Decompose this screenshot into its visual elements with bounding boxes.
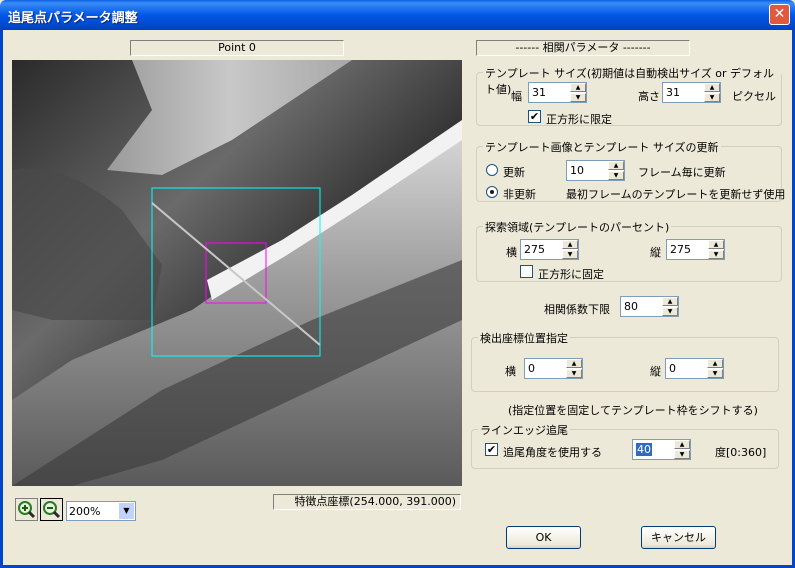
detect-pos-note: (指定位置を固定してテンプレート枠をシフトする): [508, 404, 758, 417]
no-update-desc: 最初フレームのテンプレートを更新せず使用: [566, 188, 786, 201]
frames-stepper[interactable]: 10 ▲ ▼: [566, 160, 625, 181]
detect-h-value: 0: [528, 362, 535, 375]
zoom-out-icon: [43, 501, 61, 519]
window-title: 追尾点パラメータ調整: [8, 11, 138, 26]
pixel-unit-label: ピクセル: [732, 90, 776, 103]
tracking-image[interactable]: [12, 60, 462, 486]
detect-v-value: 0: [669, 362, 676, 375]
search-square-checkbox[interactable]: [520, 265, 533, 278]
angle-range-label: 度[0:360]: [715, 446, 767, 459]
angle-stepper[interactable]: 40 ▲ ▼: [632, 439, 691, 460]
title-bar: 追尾点パラメータ調整 ✕: [0, 0, 795, 30]
coord-readout-text: 特徴点座標(254.000, 391.000): [294, 495, 456, 508]
correlation-label: 相関係数下限: [544, 303, 610, 316]
chevron-down-icon[interactable]: ▼: [708, 250, 724, 259]
frames-suffix-label: フレーム毎に更新: [638, 166, 726, 179]
no-update-radio-label: 非更新: [503, 188, 536, 201]
line-edge-check-label: 追尾角度を使用する: [503, 446, 602, 459]
correlation-stepper[interactable]: 80 ▲ ▼: [620, 296, 679, 317]
chevron-up-icon[interactable]: ▲: [704, 83, 720, 92]
height-value: 31: [666, 86, 680, 99]
zoom-value: 200%: [69, 505, 101, 518]
ok-button[interactable]: OK: [506, 526, 581, 549]
search-v-value: 275: [670, 243, 691, 256]
line-edge-checkbox[interactable]: ✔: [485, 443, 498, 456]
width-label: 幅: [511, 90, 522, 103]
chevron-up-icon[interactable]: ▲: [674, 440, 690, 449]
detect-pos-legend: 検出座標位置指定: [478, 330, 570, 346]
chevron-up-icon[interactable]: ▲: [566, 359, 582, 368]
chevron-down-icon[interactable]: ▼: [608, 171, 624, 180]
chevron-up-icon[interactable]: ▲: [707, 359, 723, 368]
square-limit-label: 正方形に限定: [546, 113, 612, 126]
height-label: 高さ: [638, 90, 660, 103]
correlation-value: 80: [624, 300, 638, 313]
search-v-label: 縦: [650, 246, 661, 259]
search-v-stepper[interactable]: 275 ▲ ▼: [666, 239, 725, 260]
width-stepper[interactable]: 31 ▲ ▼: [528, 82, 587, 103]
chevron-up-icon[interactable]: ▲: [662, 297, 678, 306]
frames-value: 10: [570, 164, 584, 177]
chevron-up-icon[interactable]: ▲: [608, 161, 624, 170]
cancel-button[interactable]: キャンセル: [641, 526, 716, 549]
detect-v-stepper[interactable]: 0 ▲ ▼: [665, 358, 724, 379]
coord-readout: 特徴点座標(254.000, 391.000): [273, 494, 461, 510]
point-label-text: Point 0: [218, 41, 256, 54]
update-radio[interactable]: [486, 164, 498, 176]
chevron-up-icon[interactable]: ▲: [708, 240, 724, 249]
chevron-down-icon[interactable]: ▼: [562, 250, 578, 259]
chevron-down-icon[interactable]: ▼: [570, 93, 586, 102]
chevron-down-icon[interactable]: ▼: [566, 369, 582, 378]
width-value: 31: [532, 86, 546, 99]
height-stepper[interactable]: 31 ▲ ▼: [662, 82, 721, 103]
chevron-down-icon[interactable]: ▼: [707, 369, 723, 378]
update-legend: テンプレート画像とテンプレート サイズの更新: [483, 139, 721, 155]
line-edge-legend: ラインエッジ追尾: [478, 422, 570, 438]
detect-pos-group: 検出座標位置指定: [471, 330, 779, 392]
zoom-select[interactable]: 200% ▼: [66, 501, 136, 521]
search-square-label: 正方形に固定: [538, 268, 604, 281]
angle-value: 40: [636, 443, 652, 456]
chevron-up-icon[interactable]: ▲: [562, 240, 578, 249]
chevron-down-icon[interactable]: ▼: [662, 307, 678, 316]
chevron-down-icon[interactable]: ▼: [674, 450, 690, 459]
search-legend: 探索領域(テンプレートのパーセント): [483, 219, 672, 235]
section-header-text: ------ 相関パラメータ -------: [515, 41, 651, 54]
section-header: ------ 相関パラメータ -------: [476, 40, 690, 56]
chevron-down-icon[interactable]: ▼: [704, 93, 720, 102]
square-limit-checkbox[interactable]: ✔: [528, 110, 541, 123]
zoom-in-button[interactable]: [15, 498, 38, 521]
search-h-stepper[interactable]: 275 ▲ ▼: [520, 239, 579, 260]
point-label: Point 0: [130, 40, 344, 56]
zoom-in-icon: [18, 501, 36, 519]
chevron-up-icon[interactable]: ▲: [570, 83, 586, 92]
detect-v-label: 縦: [650, 365, 661, 378]
search-h-value: 275: [524, 243, 545, 256]
chevron-down-icon[interactable]: ▼: [118, 502, 135, 520]
close-button[interactable]: ✕: [769, 4, 790, 25]
no-update-radio[interactable]: [486, 186, 498, 198]
detect-h-stepper[interactable]: 0 ▲ ▼: [524, 358, 583, 379]
detect-h-label: 横: [505, 365, 516, 378]
zoom-out-button[interactable]: [40, 498, 63, 521]
search-h-label: 横: [506, 246, 517, 259]
update-radio-label: 更新: [503, 166, 525, 179]
